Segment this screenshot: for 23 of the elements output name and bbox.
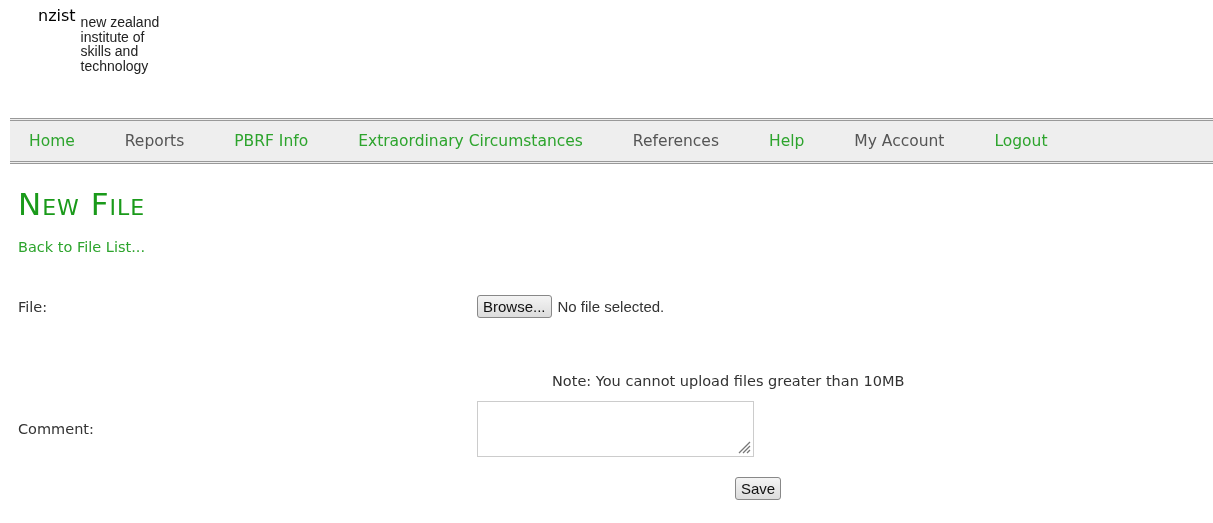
field-label: Comment:: [18, 421, 95, 437]
nav-link[interactable]: References: [632, 132, 719, 150]
back-link[interactable]: Back to File List...: [18, 239, 146, 255]
file-status: No file selected.: [557, 298, 665, 315]
nav-link[interactable]: My Account: [854, 132, 945, 150]
nav-link[interactable]: Help: [769, 132, 805, 150]
nav-link[interactable]: Logout: [994, 132, 1048, 150]
logo-tagline: skills and: [80, 44, 140, 59]
comment-field[interactable]: [477, 401, 754, 457]
nav-link[interactable]: PBRF Info: [234, 132, 309, 150]
logo-tagline: new zealand: [80, 15, 160, 30]
page-heading: New File: [18, 186, 147, 222]
field-label: File:: [18, 298, 49, 315]
nav-link[interactable]: Home: [29, 132, 75, 150]
logo-tagline: institute of: [80, 29, 146, 44]
resize-grip-icon[interactable]: [737, 440, 751, 454]
nav-link[interactable]: Reports: [124, 132, 185, 150]
browse-button[interactable]: Browse...: [477, 295, 552, 318]
save-button[interactable]: Save: [735, 477, 782, 500]
nav-link[interactable]: Extraordinary Circumstances: [358, 132, 583, 150]
logo-tagline: technology: [80, 58, 150, 73]
upload-note: Note: You cannot upload files greater than 10MB: [552, 373, 905, 389]
logo-wordmark: nzist: [38, 6, 76, 25]
